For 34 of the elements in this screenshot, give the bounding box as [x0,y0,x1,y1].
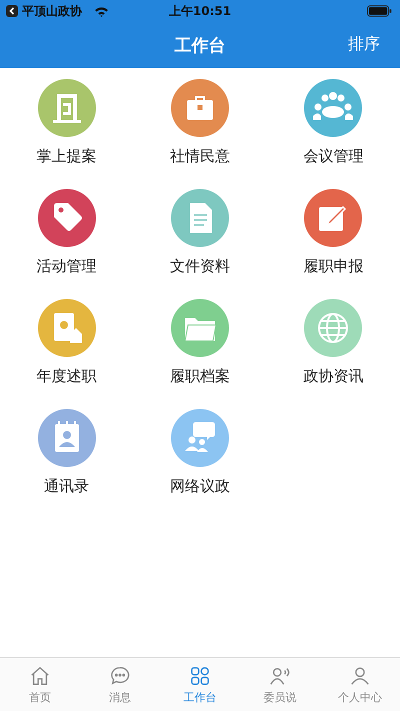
message-icon [109,664,131,686]
document-icon[interactable] [170,188,230,248]
door-icon[interactable] [36,78,97,138]
back-icon[interactable] [6,5,18,17]
feature-label[interactable]: 网络议政 [170,477,230,496]
pencil-icon[interactable] [303,188,364,248]
status-time: 上午10:51 [168,2,232,20]
grid-icon [189,664,211,686]
battery-icon [367,5,392,17]
feature-label[interactable]: 社情民意 [170,147,230,166]
page-title: 工作台 [174,34,226,56]
contact-icon[interactable] [36,408,97,468]
feature-label[interactable]: 政协资讯 [303,367,364,386]
people-icon[interactable] [303,78,364,138]
tag-icon[interactable] [36,188,97,248]
feature-label[interactable]: 年度述职 [36,367,97,386]
chat-icon[interactable] [170,408,230,468]
globe-icon[interactable] [303,298,364,358]
feature-label[interactable]: 会议管理 [303,147,364,166]
feature-label[interactable]: 通讯录 [44,477,90,496]
feature-label[interactable]: 文件资料 [170,257,230,276]
back-app-label[interactable]: 平顶山政协 [22,2,82,20]
home-icon [29,664,51,686]
photo-icon[interactable] [36,298,97,358]
feature-label[interactable]: 活动管理 [36,257,97,276]
person-icon [349,664,371,686]
feature-label[interactable]: 掌上提案 [36,147,97,166]
feature-label[interactable]: 履职申报 [303,257,364,276]
folder-icon[interactable] [170,298,230,358]
tab[interactable]: 工作台 [160,658,240,711]
wifi-icon [94,6,109,16]
feature-label[interactable]: 履职档案 [170,367,230,386]
sort-button[interactable]: 排序 [346,32,382,57]
briefcase-icon[interactable] [170,78,230,138]
